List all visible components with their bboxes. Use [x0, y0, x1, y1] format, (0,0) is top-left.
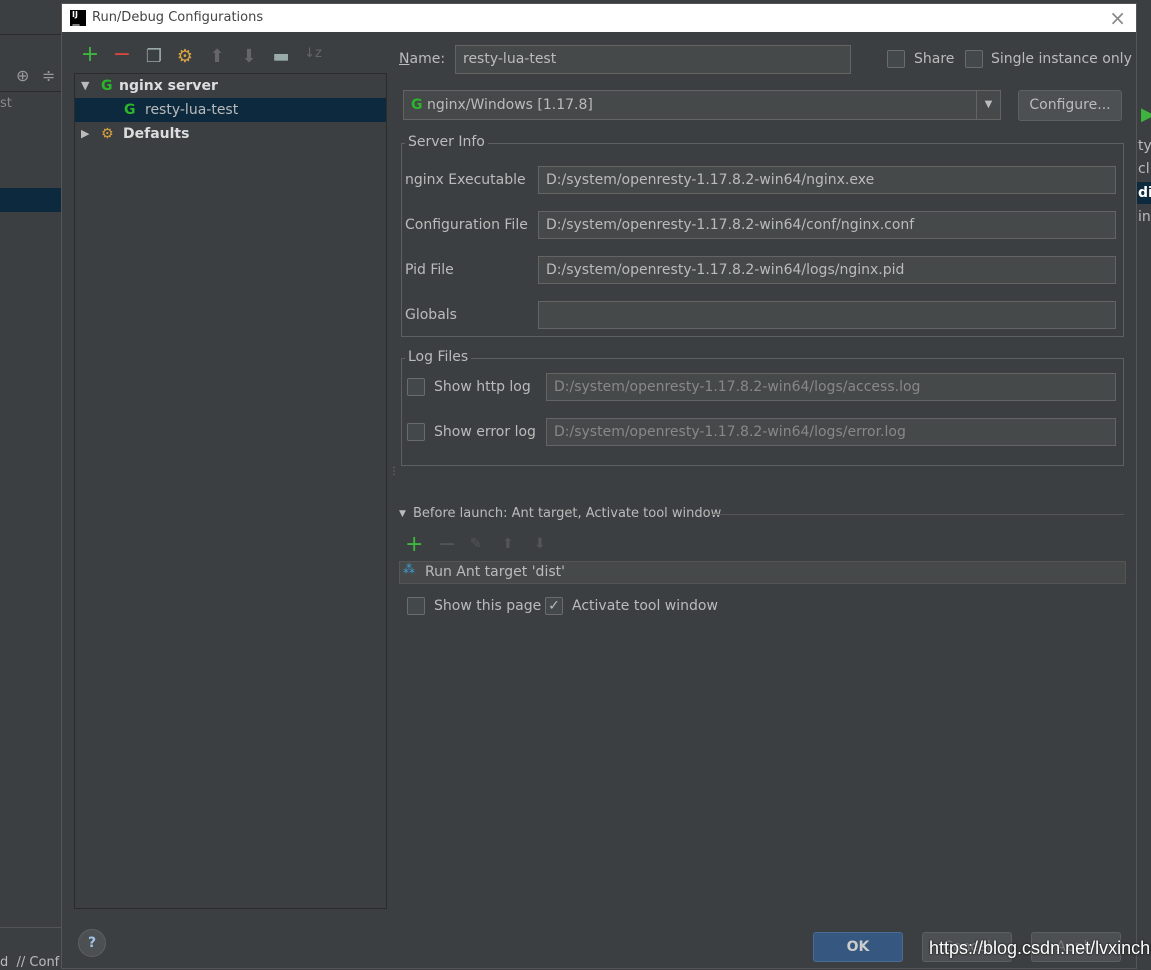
configuration-file-input[interactable]: D:/system/openresty-1.17.8.2-win64/conf/…	[538, 211, 1116, 239]
expand-arrow-icon[interactable]: ▼	[81, 74, 89, 98]
sort-alpha-icon[interactable]: ↓z	[301, 46, 325, 61]
run-icon[interactable]: ▶	[1141, 104, 1151, 125]
show-http-log-checkbox[interactable]	[407, 378, 425, 396]
help-button[interactable]: ?	[78, 929, 106, 957]
move-task-down-icon[interactable]: ⬇	[534, 536, 546, 552]
collapse-triangle-icon[interactable]: ▼	[399, 509, 406, 519]
configure-button[interactable]: Configure...	[1018, 90, 1122, 121]
bg-status-text: d // Conf	[0, 955, 60, 970]
bg-text: in	[1138, 209, 1151, 225]
log-files-title: Log Files	[405, 349, 472, 365]
add-icon[interactable]: +	[78, 42, 102, 67]
name-input[interactable]: resty-lua-test	[455, 45, 851, 74]
server-select-value: nginx/Windows [1.17.8]	[426, 97, 593, 113]
tree-group-nginx-server[interactable]: ▼ G nginx server	[75, 74, 386, 98]
splitter-handle[interactable]: ⋮	[389, 466, 399, 477]
tree-group-label: Defaults	[123, 126, 190, 142]
nginx-icon: G	[411, 97, 423, 113]
task-label: Run Ant target 'dist'	[425, 564, 565, 580]
ok-button[interactable]: OK	[813, 932, 903, 962]
dropdown-arrow-icon[interactable]: ▼	[976, 91, 1000, 119]
defaults-wrench-icon: ⚙	[101, 126, 114, 142]
globals-input[interactable]	[538, 301, 1116, 329]
before-launch-title[interactable]: Before launch: Ant target, Activate tool…	[413, 506, 721, 521]
show-this-page-label: Show this page	[434, 598, 542, 614]
nginx-executable-label: nginx Executable	[405, 172, 526, 188]
target-icon[interactable]: ⊕	[16, 66, 29, 85]
http-log-input[interactable]: D:/system/openresty-1.17.8.2-win64/logs/…	[546, 373, 1116, 401]
close-icon[interactable]: ×	[1109, 6, 1126, 30]
copy-icon[interactable]: ❐	[142, 46, 166, 67]
edit-defaults-icon[interactable]: ⚙	[173, 46, 197, 67]
ant-icon: ⁂	[403, 562, 415, 576]
tree-group-defaults[interactable]: ▶ ⚙ Defaults	[75, 122, 386, 146]
bg-text: st	[0, 96, 12, 111]
move-up-icon[interactable]: ⬆	[205, 46, 229, 67]
globals-label: Globals	[405, 307, 457, 323]
watermark: https://blog.csdn.net/lvxinchun	[929, 938, 1151, 958]
nginx-executable-input[interactable]: D:/system/openresty-1.17.8.2-win64/nginx…	[538, 166, 1116, 194]
server-info-title: Server Info	[405, 134, 488, 150]
remove-icon[interactable]: −	[110, 42, 134, 67]
title-bar: IJ — Run/Debug Configurations ×	[62, 4, 1136, 32]
run-debug-dialog: IJ — Run/Debug Configurations × + − ❐ ⚙ ⬆…	[61, 3, 1137, 969]
nginx-icon: G	[101, 78, 113, 94]
bg-text: ty-	[1138, 138, 1151, 154]
server-select[interactable]: G nginx/Windows [1.17.8] ▼	[403, 90, 1001, 120]
config-tree: ▼ G nginx server G resty-lua-test ▶ ⚙ De…	[74, 73, 387, 909]
bg-text: di	[1138, 185, 1151, 201]
folder-icon[interactable]: ▬	[269, 46, 293, 67]
intellij-logo: IJ —	[70, 10, 86, 29]
name-label: Name:	[399, 51, 446, 67]
activate-tool-window-checkbox[interactable]: ✓	[545, 597, 563, 615]
task-row[interactable]: ⁂ Run Ant target 'dist'	[399, 561, 1126, 584]
bg-selection	[0, 188, 61, 212]
share-label: Share	[914, 51, 955, 67]
move-down-icon[interactable]: ⬇	[237, 46, 261, 67]
edit-task-icon[interactable]: ✎	[470, 536, 482, 552]
collapsed-arrow-icon[interactable]: ▶	[81, 122, 89, 146]
pid-file-input[interactable]: D:/system/openresty-1.17.8.2-win64/logs/…	[538, 256, 1116, 284]
remove-task-icon[interactable]: −	[438, 532, 456, 557]
add-task-icon[interactable]: +	[405, 532, 423, 557]
bg-text: cl	[1138, 161, 1150, 177]
collapse-icon[interactable]: ≑	[42, 66, 55, 85]
tree-group-label: nginx server	[119, 78, 218, 94]
tree-item-label: resty-lua-test	[145, 102, 239, 118]
show-error-log-label: Show error log	[434, 424, 536, 440]
error-log-input[interactable]: D:/system/openresty-1.17.8.2-win64/logs/…	[546, 418, 1116, 446]
show-http-log-label: Show http log	[434, 379, 531, 395]
activate-tool-window-label: Activate tool window	[572, 598, 718, 614]
configuration-file-label: Configuration File	[405, 217, 528, 233]
single-instance-label: Single instance only	[991, 51, 1132, 67]
move-task-up-icon[interactable]: ⬆	[502, 536, 514, 552]
share-checkbox[interactable]	[887, 50, 905, 68]
single-instance-checkbox[interactable]	[965, 50, 983, 68]
window-title: Run/Debug Configurations	[92, 10, 264, 25]
tree-item-resty-lua-test[interactable]: G resty-lua-test	[75, 98, 386, 122]
show-error-log-checkbox[interactable]	[407, 423, 425, 441]
nginx-icon: G	[124, 102, 136, 118]
show-this-page-checkbox[interactable]	[407, 597, 425, 615]
pid-file-label: Pid File	[405, 262, 454, 278]
